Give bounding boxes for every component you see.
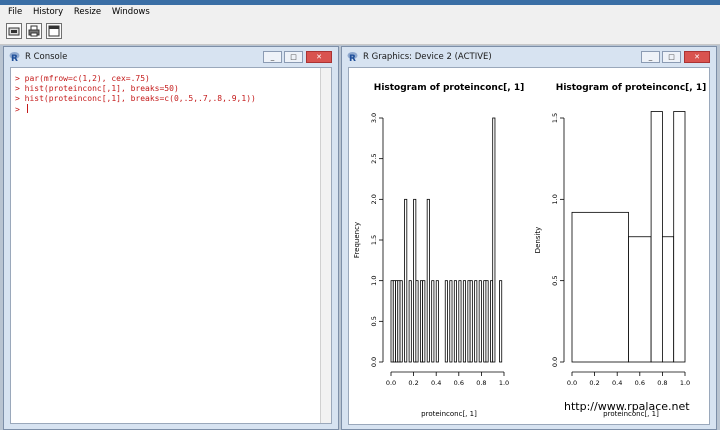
x-tick-label: 0.4 xyxy=(612,379,622,387)
y-tick-label: 1.5 xyxy=(370,235,378,245)
graphics-maximize-button[interactable]: □ xyxy=(662,51,681,63)
plot-title: Histogram of proteinconc[, 1] xyxy=(556,83,706,93)
histogram-bar xyxy=(485,280,489,363)
histogram-bar xyxy=(462,280,466,363)
menu-resize[interactable]: Resize xyxy=(70,5,105,20)
y-tick-label: 3.0 xyxy=(370,113,378,123)
graphics-titlebar[interactable]: R R Graphics: Device 2 (ACTIVE) _ □ ✕ xyxy=(342,47,716,67)
graphics-title: R Graphics: Device 2 (ACTIVE) xyxy=(363,52,492,62)
histogram-bar xyxy=(422,280,426,363)
histogram-bar xyxy=(661,236,675,363)
histogram-bar xyxy=(474,280,478,363)
histogram-bar xyxy=(404,198,408,363)
y-tick-label: 2.5 xyxy=(370,153,378,163)
histogram-bar xyxy=(426,198,430,363)
y-tick-label: 1.5 xyxy=(551,113,559,123)
histogram-bar xyxy=(673,111,686,363)
console-minimize-button[interactable]: _ xyxy=(263,51,282,63)
histogram-bar xyxy=(449,280,453,363)
y-tick-label: 0.0 xyxy=(370,357,378,367)
histogram-bar xyxy=(650,111,663,363)
histogram-bar xyxy=(415,280,419,363)
histogram-bar xyxy=(469,280,473,363)
open-script-button[interactable] xyxy=(6,23,22,39)
y-axis-label: Density xyxy=(534,227,542,254)
histogram-bar xyxy=(492,117,496,363)
window-icon xyxy=(48,25,60,37)
menu-bar: File History Resize Windows xyxy=(0,5,720,20)
watermark-url: http://www.rpalace.net xyxy=(564,400,690,413)
graphics-window[interactable]: R R Graphics: Device 2 (ACTIVE) _ □ ✕ Hi… xyxy=(341,46,717,430)
console-output[interactable]: > par(mfrow=c(1,2), cex=.75) > hist(prot… xyxy=(10,67,332,424)
x-tick-label: 0.6 xyxy=(635,379,645,387)
console-prompt[interactable]: > xyxy=(15,104,28,115)
histogram-bar xyxy=(499,280,503,363)
y-axis-label: Frequency xyxy=(353,222,361,258)
mdi-workspace: R R Console _ □ ✕ > par(mfrow=c(1,2), ce… xyxy=(0,45,720,430)
menu-windows[interactable]: Windows xyxy=(108,5,154,20)
x-tick-label: 0.2 xyxy=(408,379,418,387)
x-tick-label: 0.0 xyxy=(567,379,577,387)
print-button[interactable] xyxy=(26,23,42,39)
x-tick-label: 0.6 xyxy=(454,379,464,387)
graphics-close-button[interactable]: ✕ xyxy=(684,51,710,63)
histogram-bar xyxy=(408,280,412,363)
r-logo-icon: R xyxy=(9,52,20,62)
y-tick-label: 1.0 xyxy=(370,275,378,285)
menu-history[interactable]: History xyxy=(29,5,67,20)
console-scrollbar[interactable] xyxy=(320,68,331,423)
histogram-bar xyxy=(399,280,403,363)
x-tick-label: 0.2 xyxy=(589,379,599,387)
console-line: > hist(proteinconc[,1], breaks=50) xyxy=(15,84,179,93)
histogram-bar xyxy=(458,280,462,363)
plot-title: Histogram of proteinconc[, 1] xyxy=(374,83,524,93)
x-tick-label: 0.4 xyxy=(431,379,441,387)
histogram-plots: Histogram of proteinconc[, 1] proteinconc… xyxy=(353,83,706,418)
x-tick-label: 0.8 xyxy=(476,379,486,387)
console-window[interactable]: R R Console _ □ ✕ > par(mfrow=c(1,2), ce… xyxy=(3,46,339,430)
y-tick-label: 0.5 xyxy=(370,316,378,326)
histogram-bar xyxy=(431,280,435,363)
x-axis-label: proteinconc[, 1] xyxy=(421,410,477,418)
open-script-icon xyxy=(8,27,20,36)
svg-text:R: R xyxy=(11,54,18,62)
histogram-bar xyxy=(571,211,629,363)
window-button[interactable] xyxy=(46,23,62,39)
console-title: R Console xyxy=(25,52,68,62)
histogram-bar xyxy=(435,280,439,363)
y-tick-label: 0.0 xyxy=(551,357,559,367)
x-tick-label: 0.8 xyxy=(657,379,667,387)
r-logo-icon: R xyxy=(347,52,358,62)
y-tick-label: 2.0 xyxy=(370,194,378,204)
svg-text:R: R xyxy=(349,54,356,62)
graphics-minimize-button[interactable]: _ xyxy=(641,51,660,63)
text-caret xyxy=(26,104,28,113)
histogram-bar xyxy=(444,280,448,363)
y-tick-label: 0.5 xyxy=(551,275,559,285)
console-line: > hist(proteinconc[,1], breaks=c(0,.5,.7… xyxy=(15,94,256,103)
y-tick-label: 1.0 xyxy=(551,194,559,204)
print-icon xyxy=(28,25,40,37)
console-close-button[interactable]: ✕ xyxy=(306,51,332,63)
console-titlebar[interactable]: R R Console _ □ ✕ xyxy=(4,47,338,67)
graphics-canvas[interactable]: Histogram of proteinconc[, 1] proteinconc… xyxy=(348,67,710,425)
histogram-bar xyxy=(453,280,457,363)
toolbar xyxy=(0,20,720,45)
x-tick-label: 1.0 xyxy=(680,379,690,387)
console-line: > par(mfrow=c(1,2), cex=.75) xyxy=(15,74,150,83)
x-tick-label: 1.0 xyxy=(499,379,509,387)
prompt-text: > xyxy=(15,105,25,114)
console-maximize-button[interactable]: □ xyxy=(284,51,303,63)
histogram-bar xyxy=(628,236,652,363)
x-tick-label: 0.0 xyxy=(386,379,396,387)
histogram-bar xyxy=(478,280,482,363)
menu-file[interactable]: File xyxy=(0,5,26,20)
